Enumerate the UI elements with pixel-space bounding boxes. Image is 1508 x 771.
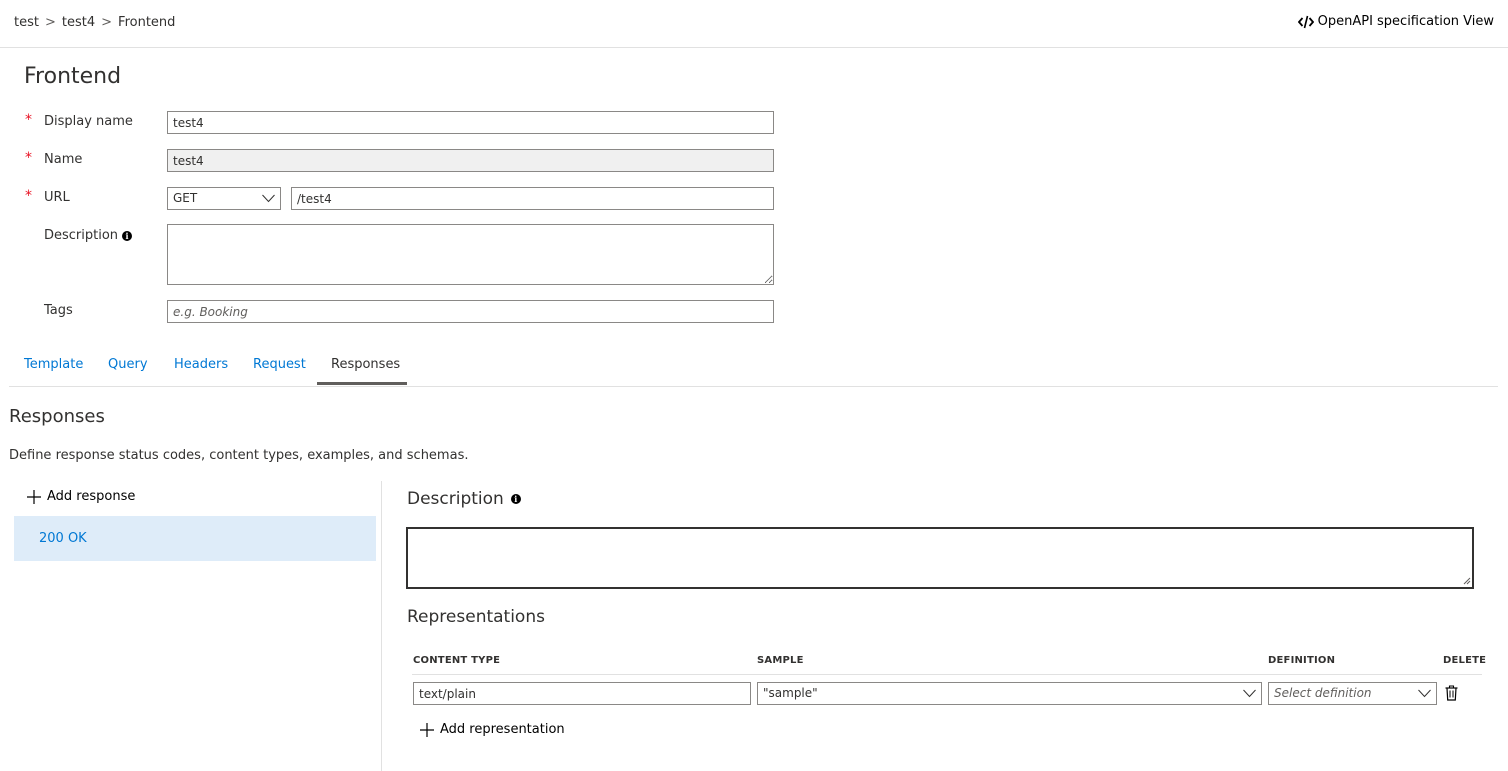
tab-responses[interactable]: Responses	[331, 357, 400, 372]
name-input[interactable]	[167, 149, 774, 172]
description-label-text: Description	[44, 228, 119, 243]
add-response-button[interactable]: Add response	[27, 489, 135, 504]
required-marker: *	[25, 112, 32, 128]
breadcrumb-item-test[interactable]: test	[14, 15, 39, 30]
http-method-value: GET	[173, 191, 198, 205]
required-marker: *	[25, 188, 32, 204]
description-textarea[interactable]	[167, 224, 774, 285]
sample-value: "sample"	[763, 686, 818, 700]
tab-request[interactable]: Request	[253, 357, 306, 372]
tab-headers[interactable]: Headers	[174, 357, 228, 372]
response-description-title-text: Description	[407, 489, 504, 509]
code-icon	[1297, 15, 1314, 28]
response-item-label: 200 OK	[39, 531, 87, 546]
http-method-select[interactable]: GET	[167, 187, 281, 210]
tab-template[interactable]: Template	[24, 357, 83, 372]
plus-icon	[27, 489, 41, 504]
display-name-label: Display name	[44, 114, 133, 129]
breadcrumb-separator: >	[44, 15, 56, 30]
info-icon[interactable]: i	[510, 494, 521, 504]
column-header-definition: DEFINITION	[1268, 655, 1336, 666]
info-icon[interactable]: i	[122, 230, 133, 241]
column-header-sample: SAMPLE	[757, 655, 804, 666]
representations-title: Representations	[407, 607, 545, 627]
url-label: URL	[44, 190, 70, 205]
description-label: Description i	[44, 228, 133, 243]
name-label: Name	[44, 152, 83, 167]
url-path-input[interactable]	[291, 187, 774, 210]
tab-bar: Template Query Headers Request Responses	[9, 347, 1498, 387]
resize-grip-icon[interactable]	[1463, 577, 1471, 585]
openapi-spec-view-label: OpenAPI specification View	[1317, 14, 1494, 29]
tab-query[interactable]: Query	[108, 357, 148, 372]
definition-placeholder: Select definition	[1274, 686, 1372, 700]
tags-input[interactable]	[167, 300, 774, 323]
table-header-divider	[412, 674, 1482, 675]
tags-label: Tags	[44, 303, 73, 318]
response-description-title: Description i	[407, 489, 521, 509]
panel-divider	[381, 481, 382, 771]
add-representation-button[interactable]: Add representation	[420, 722, 565, 737]
breadcrumb-separator: >	[101, 15, 113, 30]
sample-select[interactable]: "sample"	[757, 682, 1262, 705]
required-marker: *	[25, 150, 32, 166]
column-header-content-type: CONTENT TYPE	[413, 655, 501, 666]
page-title: Frontend	[24, 64, 122, 89]
response-description-textarea[interactable]	[406, 527, 1474, 589]
trash-icon[interactable]	[1445, 685, 1458, 701]
chevron-down-icon	[1243, 689, 1256, 698]
add-response-label: Add response	[47, 489, 136, 504]
active-tab-indicator	[317, 382, 407, 385]
definition-select[interactable]: Select definition	[1268, 682, 1437, 705]
top-bar: test > test4 > Frontend OpenAPI specificatio…	[0, 0, 1508, 48]
display-name-input[interactable]	[167, 111, 774, 134]
chevron-down-icon	[262, 194, 275, 203]
responses-title: Responses	[9, 406, 105, 427]
add-representation-label: Add representation	[440, 722, 565, 737]
breadcrumb-item-test4[interactable]: test4	[62, 15, 95, 30]
response-item-200-ok[interactable]: 200 OK	[14, 516, 376, 561]
plus-icon	[420, 722, 434, 737]
content-type-input[interactable]	[413, 682, 751, 705]
breadcrumb: test > test4 > Frontend	[14, 15, 175, 30]
breadcrumb-item-frontend: Frontend	[118, 15, 176, 30]
column-header-delete: DELETE	[1443, 655, 1487, 666]
responses-description: Define response status codes, content ty…	[9, 448, 469, 463]
chevron-down-icon	[1418, 689, 1431, 698]
openapi-spec-view-button[interactable]: OpenAPI specification View	[1297, 14, 1494, 29]
